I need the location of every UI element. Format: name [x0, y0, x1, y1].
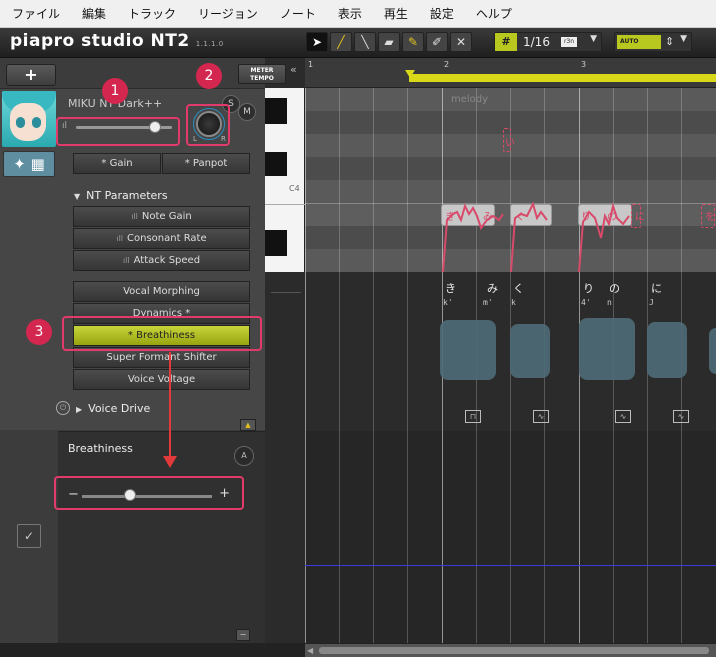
annotation-arrowhead [163, 456, 177, 468]
piano-roll[interactable]: melody い き み く り の に を [305, 88, 716, 272]
brush-tool-icon[interactable]: ✎ [402, 32, 424, 52]
menu-view[interactable]: 表示 [338, 5, 362, 22]
annotation-box-1 [56, 117, 180, 146]
chevron-down-icon: ▼ [590, 34, 597, 44]
auto-button[interactable]: A [234, 446, 254, 466]
bar-chart-icon: ıll [131, 212, 138, 221]
vocal-morphing-button[interactable]: Vocal Morphing [73, 281, 250, 302]
attack-speed-button[interactable]: ıll Attack Speed [73, 250, 250, 271]
annotation-arrow [169, 352, 171, 460]
annotation-marker-2: 2 [196, 63, 222, 89]
voice-drive-header[interactable]: ▶ Voice Drive [76, 402, 150, 415]
scrollbar-thumb[interactable] [319, 647, 709, 654]
scroll-up-icon[interactable]: ▲ [240, 419, 256, 431]
voice-voltage-button[interactable]: Voice Voltage [73, 369, 250, 390]
parameter-panel: Breathiness A − + − [58, 431, 265, 643]
menu-settings[interactable]: 設定 [430, 5, 454, 22]
vibrato-icon[interactable]: ∿ [673, 410, 689, 423]
parameter-title: Breathiness [68, 442, 133, 455]
menu-help[interactable]: ヘルプ [476, 5, 512, 22]
line-tool-icon[interactable]: ╲ [354, 32, 376, 52]
pencil-tool-icon[interactable]: ╱ [330, 32, 352, 52]
nt-parameters-header[interactable]: ▼ NT Parameters [74, 189, 168, 202]
grid-icon: # [495, 33, 517, 51]
automation-lane[interactable] [305, 431, 716, 643]
menu-play[interactable]: 再生 [384, 5, 408, 22]
menu-region[interactable]: リージョン [198, 5, 258, 22]
eraser-tool-icon[interactable]: ▰ [378, 32, 400, 52]
toolbar: piapro studio NT2 1.1.1.0 ➤ ╱ ╲ ▰ ✎ ✐ ✕ #… [0, 28, 716, 58]
annotation-box-2 [186, 104, 230, 146]
singer-avatar[interactable] [2, 91, 56, 147]
mute-button[interactable]: M [238, 103, 256, 121]
waveform-view[interactable]: き み く り の に k' m' k 4' n J ⊓ ∿ ∿ ∿ [305, 272, 716, 431]
power-icon[interactable]: ⏻ [56, 401, 70, 415]
vibrato-icon[interactable]: ∿ [615, 410, 631, 423]
automation-baseline[interactable] [305, 565, 716, 566]
annotation-marker-1: 1 [102, 78, 128, 104]
menu-bar: ファイル 編集 トラック リージョン ノート 表示 再生 設定 ヘルプ [0, 0, 716, 28]
note-gain-button[interactable]: ıll Note Gain [73, 206, 250, 227]
piano-keyboard[interactable]: C4 [265, 88, 305, 272]
menu-note[interactable]: ノート [280, 5, 316, 22]
collapse-icon[interactable]: − [236, 629, 250, 641]
annotation-marker-3: 3 [26, 319, 52, 345]
vibrato-icon[interactable]: ∿ [533, 410, 549, 423]
scroll-left-icon: ◀ [307, 646, 314, 655]
timeline-ruler[interactable]: 1 2 3 [305, 58, 716, 88]
annotation-box-3 [62, 316, 262, 351]
vibrato-icon[interactable]: ⊓ [465, 410, 481, 423]
menu-file[interactable]: ファイル [12, 5, 60, 22]
singer-settings-icon[interactable]: ✦ ▦ [3, 151, 55, 177]
consonant-rate-button[interactable]: ıll Consonant Rate [73, 228, 250, 249]
bar-chart-icon: ıll [122, 256, 130, 265]
pointer-tool-icon[interactable]: ➤ [306, 32, 328, 52]
expand-triangle-icon: ▼ [74, 192, 81, 201]
chevron-down-icon: ▼ [680, 34, 687, 44]
split-tool-icon[interactable]: ✐ [426, 32, 448, 52]
loop-range[interactable] [409, 74, 716, 82]
bar-chart-icon: ıll [116, 234, 124, 243]
gain-button[interactable]: * Gain [73, 153, 161, 174]
add-track-button[interactable]: + [6, 64, 56, 86]
expand-triangle-icon: ▶ [76, 405, 83, 414]
cursor-follow-icon: ⇕ [665, 35, 675, 48]
menu-edit[interactable]: 編集 [82, 5, 106, 22]
curve-tool-icon[interactable]: ✓ [17, 524, 41, 548]
quantize-select[interactable]: # 1/16 r3n ▼ [494, 32, 602, 52]
app-logo: piapro studio NT2 1.1.1.0 [10, 31, 224, 51]
auto-scroll-select[interactable]: AUTO ⇕ ▼ [614, 32, 692, 52]
panpot-button[interactable]: * Panpot [162, 153, 250, 174]
pitch-curve[interactable] [305, 88, 716, 272]
collapse-panel-button[interactable]: « [290, 63, 297, 76]
menu-track[interactable]: トラック [128, 5, 176, 22]
horizontal-scrollbar[interactable]: ◀ [305, 643, 716, 657]
octave-label: C4 [289, 184, 300, 193]
annotation-box-4 [54, 476, 244, 510]
mute-tool-icon[interactable]: ✕ [450, 32, 472, 52]
meter-tempo-button[interactable]: METER TEMPO [238, 64, 286, 84]
